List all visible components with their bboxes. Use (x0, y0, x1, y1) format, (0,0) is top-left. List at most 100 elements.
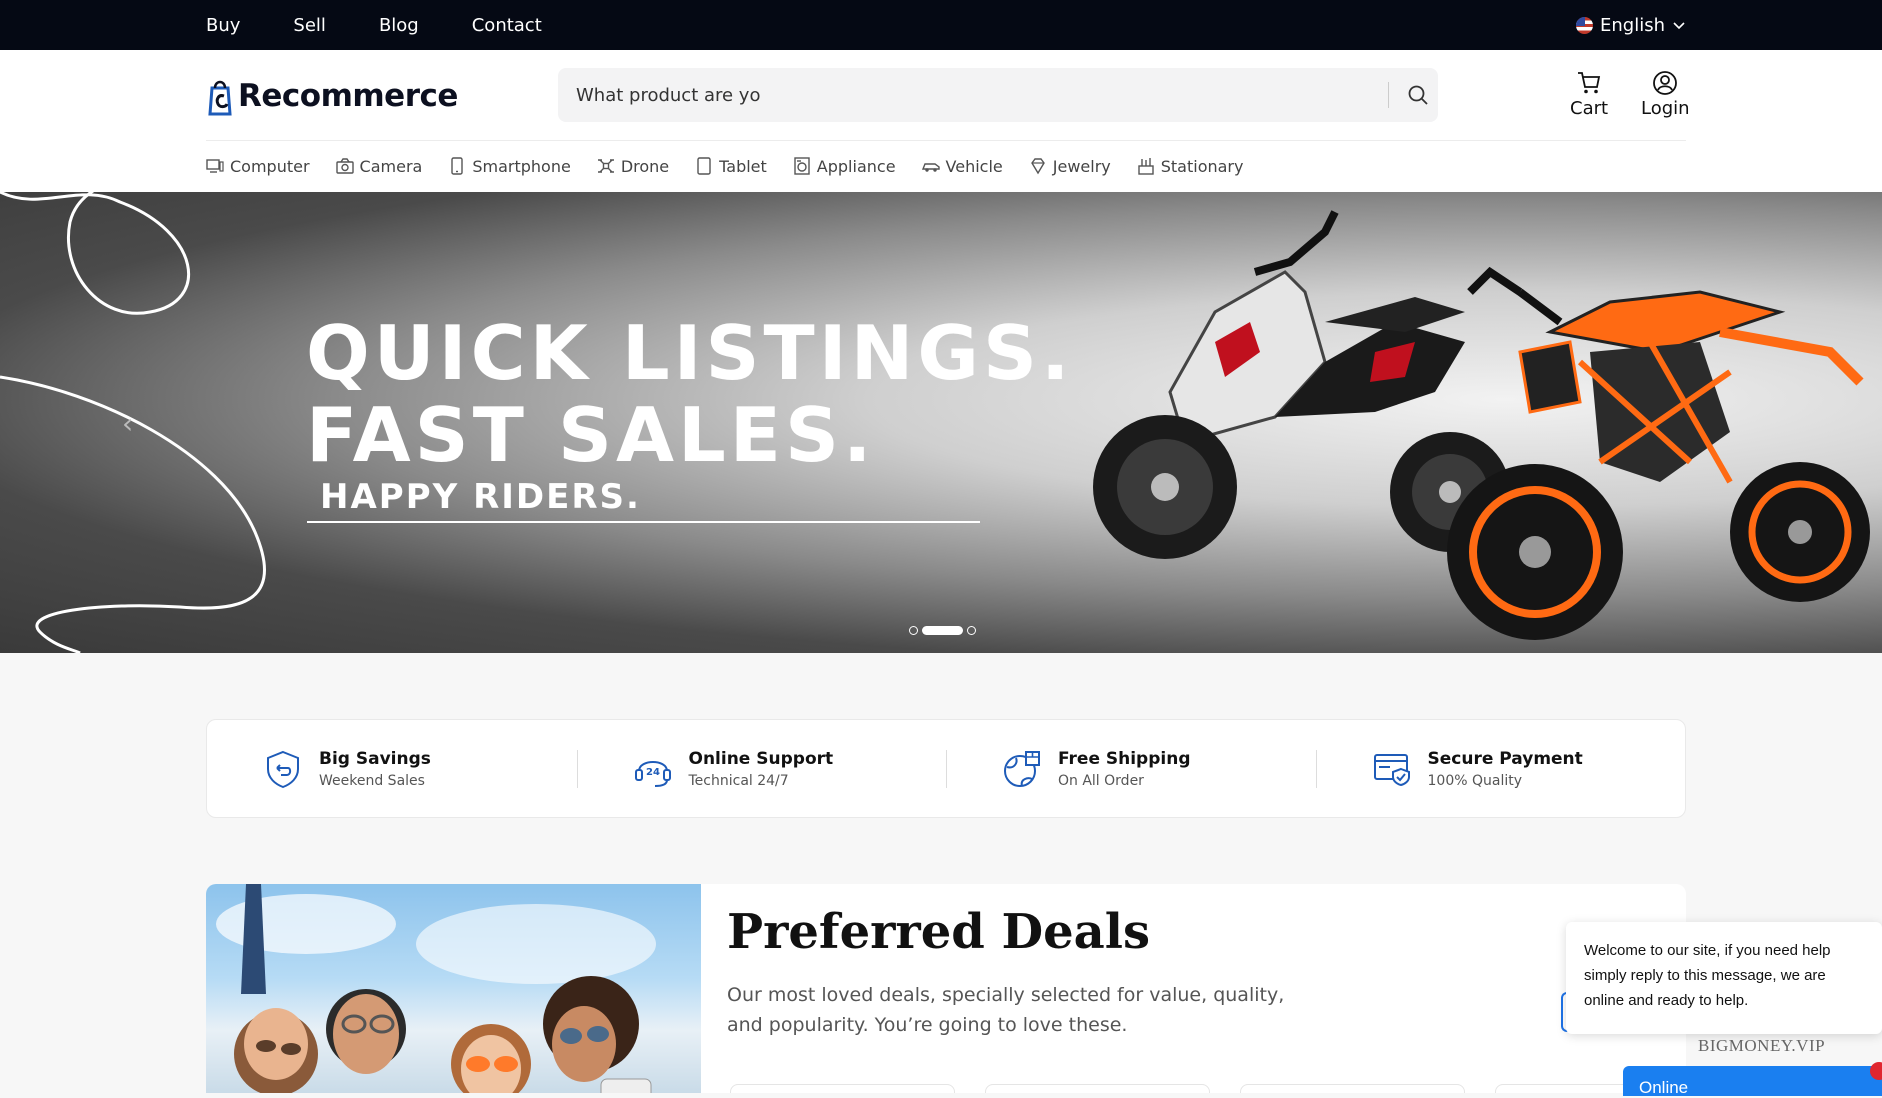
feature-title: Big Savings (319, 748, 431, 769)
feature-text: Free Shipping On All Order (1058, 749, 1191, 789)
preferred-deals-section: Preferred Deals Our most loved deals, sp… (206, 884, 1686, 1093)
vehicle-icon (921, 163, 940, 172)
feature-text: Big Savings Weekend Sales (319, 749, 431, 789)
top-nav: Buy Sell Blog Contact (206, 0, 542, 50)
hero-headline: QUICK LISTINGS. FAST SALES. (306, 312, 1073, 476)
chat-message-bubble[interactable]: Welcome to our site, if you need help si… (1566, 922, 1882, 1034)
computer-icon (206, 159, 224, 173)
top-nav-blog[interactable]: Blog (379, 15, 419, 36)
svg-text:24: 24 (646, 767, 660, 778)
hero-line-2: FAST SALES. (306, 391, 876, 479)
hero-underline (307, 521, 980, 523)
top-bar: Buy Sell Blog Contact English (0, 0, 1882, 50)
hero-line-1: QUICK LISTINGS. (306, 309, 1074, 397)
category-nav: Computer Camera Smartphone Drone Tablet … (206, 150, 1243, 182)
deal-card[interactable] (1240, 1084, 1465, 1093)
feature-title: Secure Payment (1427, 748, 1583, 769)
top-nav-contact[interactable]: Contact (472, 15, 542, 36)
us-flag-icon (1576, 16, 1593, 34)
carousel-dot-3[interactable] (967, 626, 976, 635)
category-stationary[interactable]: Stationary (1137, 156, 1244, 176)
tablet-icon (697, 157, 711, 175)
chat-watermark: BIGMONEY.VIP (1698, 1036, 1826, 1055)
feature-secure-payment: Secure Payment 100% Quality (1315, 720, 1686, 817)
chat-online-tab[interactable]: Online (1623, 1066, 1882, 1097)
feature-subtitle: On All Order (1058, 772, 1144, 789)
hero-subline: HAPPY RIDERS. (320, 477, 641, 517)
friends-selfie-image (216, 884, 656, 1093)
category-label: Computer (230, 156, 310, 176)
logo-bag-icon (208, 80, 232, 116)
features-strip: Big Savings Weekend Sales 24 Online Supp… (206, 719, 1686, 818)
category-label: Tablet (719, 156, 767, 176)
search-button[interactable] (1398, 68, 1438, 122)
deals-description: Our most loved deals, specially selected… (727, 984, 1285, 1036)
user-icon (1653, 71, 1678, 95)
chevron-down-icon (1673, 22, 1685, 30)
category-jewelry[interactable]: Jewelry (1029, 157, 1111, 176)
category-label: Vehicle (945, 156, 1003, 176)
jewelry-icon (1030, 158, 1045, 175)
motorcycle-image (1447, 266, 1870, 640)
deals-photo (206, 884, 701, 1093)
search-icon (1408, 85, 1428, 105)
category-tablet[interactable]: Tablet (695, 157, 767, 176)
shield-refund-icon (267, 750, 299, 788)
header-divider (206, 140, 1686, 141)
feature-free-shipping: Free Shipping On All Order (946, 720, 1316, 817)
category-label: Appliance (816, 156, 896, 176)
category-label: Jewelry (1052, 156, 1111, 176)
logo-text: Recommerce (238, 78, 458, 114)
feature-subtitle: Weekend Sales (319, 772, 425, 789)
cart-button[interactable]: Cart (1570, 70, 1608, 119)
cart-icon (1578, 72, 1601, 94)
camera-icon (335, 158, 354, 174)
hero-decorative-lines (0, 192, 267, 653)
hero-carousel: ‹ QUICK LISTINGS. FAST SALES. HAPPY RIDE… (0, 192, 1882, 653)
globe-box-icon (1004, 750, 1040, 787)
search-input[interactable] (576, 68, 1376, 122)
feature-title: Online Support (688, 748, 834, 769)
appliance-icon (794, 157, 810, 175)
feature-text: Secure Payment 100% Quality (1428, 749, 1583, 789)
carousel-indicators (909, 626, 976, 635)
category-label: Stationary (1160, 156, 1244, 176)
category-computer[interactable]: Computer (206, 157, 310, 176)
top-nav-sell[interactable]: Sell (293, 15, 326, 36)
category-label: Smartphone (472, 156, 571, 176)
category-label: Camera (359, 156, 423, 176)
chat-notification-badge (1870, 1062, 1882, 1080)
feature-subtitle: Technical 24/7 (688, 772, 789, 789)
drone-icon (597, 159, 614, 173)
smartphone-icon (451, 157, 464, 175)
login-label: Login (1641, 98, 1690, 119)
top-nav-buy[interactable]: Buy (206, 15, 240, 36)
category-drone[interactable]: Drone (597, 157, 669, 176)
cart-label: Cart (1570, 98, 1609, 119)
login-button[interactable]: Login (1641, 70, 1690, 119)
carousel-dot-1[interactable] (909, 626, 918, 635)
headset-24-icon: 24 (634, 760, 671, 787)
category-vehicle[interactable]: Vehicle (921, 156, 1003, 176)
feature-title: Free Shipping (1058, 748, 1191, 769)
category-camera[interactable]: Camera (335, 156, 423, 176)
category-label: Drone (620, 156, 670, 176)
language-label: English (1600, 14, 1665, 36)
search-bar (558, 68, 1438, 122)
site-logo[interactable]: Recommerce (206, 76, 458, 116)
deals-title: Preferred Deals (727, 904, 1151, 960)
deal-card[interactable] (730, 1084, 955, 1093)
search-divider (1388, 82, 1389, 108)
category-smartphone[interactable]: Smartphone (448, 156, 571, 176)
feature-subtitle: 100% Quality (1427, 772, 1523, 789)
deal-card[interactable] (985, 1084, 1210, 1093)
feature-text: Online Support Technical 24/7 (689, 749, 834, 789)
feature-online-support: 24 Online Support Technical 24/7 (576, 720, 947, 817)
carousel-dot-2[interactable] (922, 626, 963, 635)
feature-big-savings: Big Savings Weekend Sales (207, 720, 577, 817)
card-shield-icon (1373, 753, 1410, 786)
category-appliance[interactable]: Appliance (793, 157, 896, 176)
stationary-icon (1138, 158, 1154, 175)
language-selector[interactable]: English (1576, 0, 1686, 50)
carousel-prev-icon[interactable]: ‹ (122, 407, 133, 440)
